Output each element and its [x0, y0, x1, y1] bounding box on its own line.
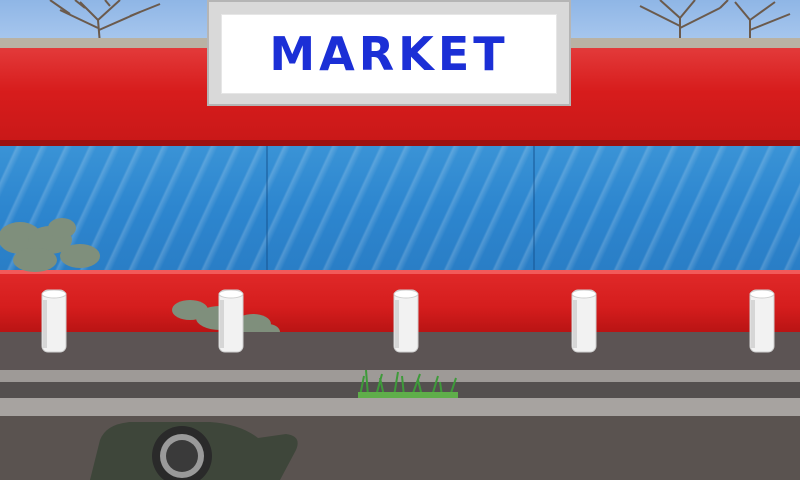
storefront-window [0, 146, 800, 270]
market-scene: MARKET [0, 0, 800, 480]
bollard [218, 289, 244, 353]
shrub-left [0, 218, 100, 272]
window-mullion [533, 146, 535, 270]
car-shadow [90, 422, 298, 480]
bollard [571, 289, 597, 353]
bollard [749, 289, 775, 353]
grass-tuft [358, 369, 458, 398]
market-sign-text: MARKET [269, 27, 509, 81]
window-mullion [266, 146, 268, 270]
bollard [393, 289, 419, 353]
market-sign-panel: MARKET [221, 14, 557, 94]
market-sign: MARKET [207, 0, 571, 106]
bollard [41, 289, 67, 353]
